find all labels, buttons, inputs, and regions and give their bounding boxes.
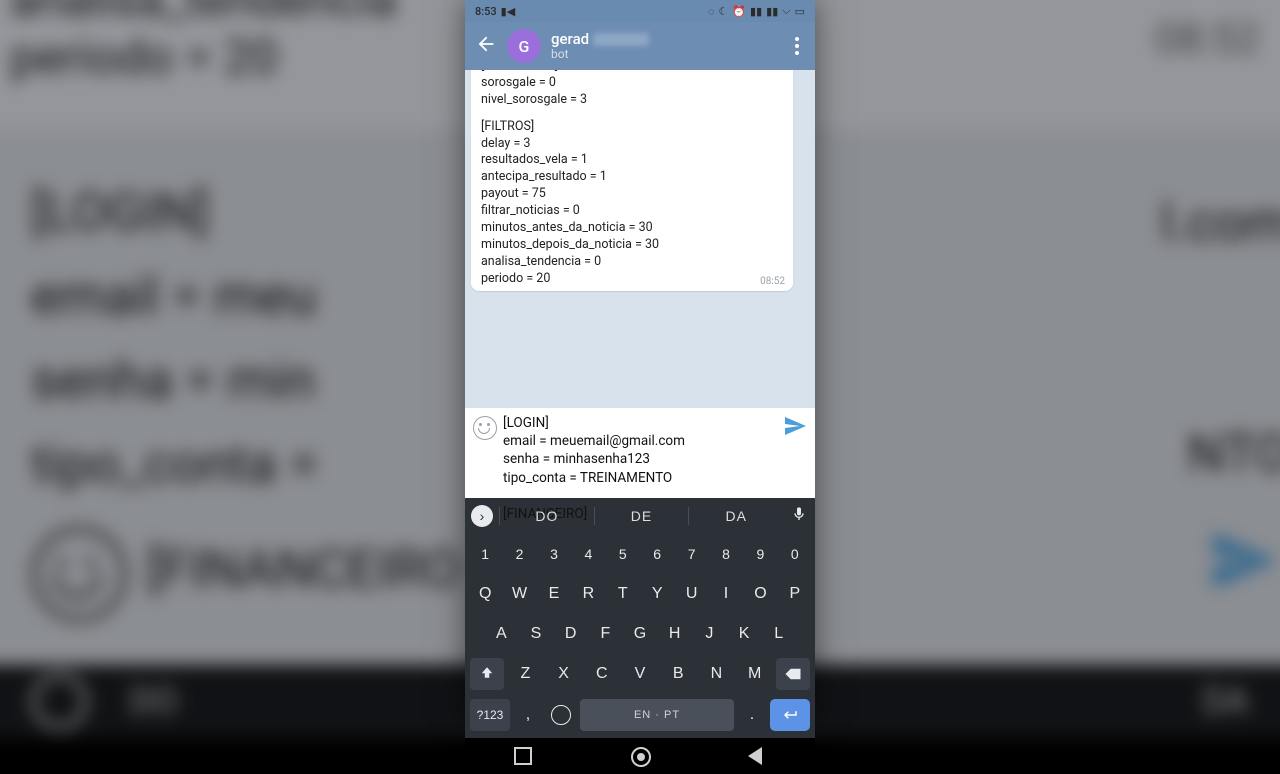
alarm-icon: ⏰ — [732, 5, 746, 18]
blurred-name-part — [593, 33, 649, 46]
key-G[interactable]: G — [625, 618, 656, 650]
status-time: 8:53 — [475, 5, 497, 18]
key-W[interactable]: W — [504, 578, 534, 610]
key-N[interactable]: N — [699, 658, 733, 690]
dnd-icon: ◌ — [708, 5, 715, 18]
suggestion-3[interactable]: DA — [688, 507, 783, 525]
mic-icon[interactable] — [783, 506, 815, 527]
incoming-message[interactable]: [SOROSGALE]sorosgale = 0nivel_sorosgale … — [471, 70, 793, 291]
key-enter[interactable] — [770, 699, 810, 731]
suggestion-1[interactable]: DO — [499, 507, 594, 525]
signal-icon: ▮▮ — [750, 5, 762, 18]
wifi-icon: ⌵ — [782, 4, 790, 18]
key-emoji[interactable] — [546, 699, 576, 731]
key-space[interactable]: EN · PT — [580, 699, 734, 731]
chat-subtitle: bot — [551, 48, 779, 61]
key-E[interactable]: E — [539, 578, 569, 610]
message-timestamp: 08:52 — [760, 275, 785, 289]
key-T[interactable]: T — [608, 578, 638, 610]
key-0[interactable]: 0 — [780, 538, 810, 570]
suggestion-2[interactable]: DE — [594, 507, 689, 525]
menu-button[interactable] — [789, 31, 805, 61]
status-bar: 8:53 ▮◀ ◌ ☾ ⏰ ▮▮ ▮▮ ⌵ ▭ — [465, 0, 815, 22]
suggestion-bar: › DO DE DA — [465, 498, 815, 534]
key-C[interactable]: C — [585, 658, 619, 690]
key-A[interactable]: A — [486, 618, 517, 650]
key-K[interactable]: K — [729, 618, 760, 650]
key-R[interactable]: R — [573, 578, 603, 610]
chat-area[interactable]: [SOROSGALE]sorosgale = 0nivel_sorosgale … — [465, 70, 815, 408]
key-F[interactable]: F — [590, 618, 621, 650]
back-button[interactable] — [475, 33, 497, 59]
message-input[interactable]: [LOGIN] email = meuemail@gmail.com senha… — [497, 414, 783, 496]
key-symbols[interactable]: ?123 — [470, 699, 510, 731]
key-period[interactable]: . — [738, 699, 766, 731]
key-S[interactable]: S — [521, 618, 552, 650]
send-button[interactable] — [783, 414, 807, 496]
key-L[interactable]: L — [763, 618, 794, 650]
key-Y[interactable]: Y — [642, 578, 672, 610]
signal2-icon: ▮▮ — [766, 5, 778, 18]
key-X[interactable]: X — [546, 658, 580, 690]
key-I[interactable]: I — [711, 578, 741, 610]
key-5[interactable]: 5 — [608, 538, 638, 570]
key-Z[interactable]: Z — [508, 658, 542, 690]
keyboard: › DO DE DA 1234567890 QWERTYUIOP ASDFGHJ… — [465, 498, 815, 738]
key-comma[interactable]: , — [514, 699, 542, 731]
nav-back[interactable] — [748, 747, 766, 765]
moon-icon: ☾ — [718, 5, 728, 18]
key-4[interactable]: 4 — [573, 538, 603, 570]
avatar[interactable]: G — [507, 29, 541, 63]
chat-header: G gerad bot — [465, 22, 815, 70]
key-7[interactable]: 7 — [676, 538, 706, 570]
key-P[interactable]: P — [780, 578, 810, 610]
key-9[interactable]: 9 — [745, 538, 775, 570]
key-B[interactable]: B — [661, 658, 695, 690]
key-1[interactable]: 1 — [470, 538, 500, 570]
key-backspace[interactable] — [776, 658, 810, 690]
key-3[interactable]: 3 — [539, 538, 569, 570]
key-shift[interactable] — [470, 658, 504, 690]
video-icon: ▮◀ — [501, 5, 516, 18]
chat-title-block[interactable]: gerad bot — [551, 31, 779, 61]
chat-name: gerad — [551, 31, 589, 48]
phone-screen: 8:53 ▮◀ ◌ ☾ ⏰ ▮▮ ▮▮ ⌵ ▭ G gerad bot [SOR… — [465, 0, 815, 720]
key-V[interactable]: V — [623, 658, 657, 690]
emoji-icon[interactable] — [473, 416, 497, 440]
nav-home[interactable] — [631, 747, 649, 765]
key-O[interactable]: O — [745, 578, 775, 610]
key-H[interactable]: H — [659, 618, 690, 650]
nav-recent[interactable] — [514, 747, 532, 765]
key-D[interactable]: D — [555, 618, 586, 650]
key-J[interactable]: J — [694, 618, 725, 650]
nav-bar — [465, 738, 815, 774]
key-6[interactable]: 6 — [642, 538, 672, 570]
key-2[interactable]: 2 — [504, 538, 534, 570]
battery-icon: ▭ — [795, 5, 805, 18]
key-Q[interactable]: Q — [470, 578, 500, 610]
message-text: [SOROSGALE]sorosgale = 0nivel_sorosgale … — [481, 70, 783, 287]
message-input-bar: [LOGIN] email = meuemail@gmail.com senha… — [465, 408, 815, 498]
chevron-right-icon[interactable]: › — [471, 505, 493, 527]
key-U[interactable]: U — [676, 578, 706, 610]
key-M[interactable]: M — [738, 658, 772, 690]
key-8[interactable]: 8 — [711, 538, 741, 570]
